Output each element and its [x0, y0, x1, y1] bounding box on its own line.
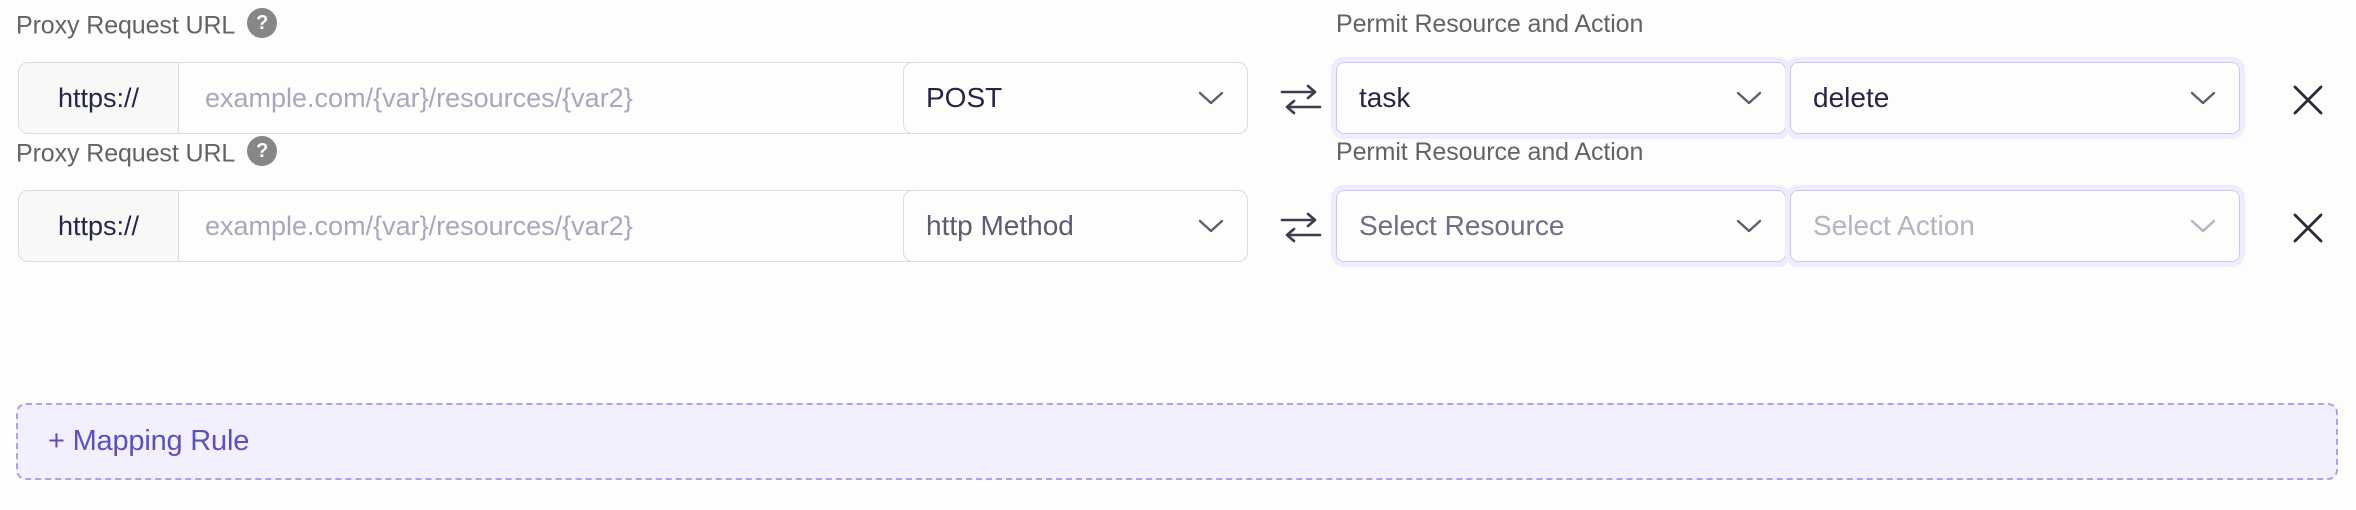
chevron-down-icon	[2190, 91, 2216, 105]
proxy-request-url-label: Proxy Request URL?	[16, 8, 278, 42]
proxy-request-url-label: Proxy Request URL?	[16, 136, 278, 170]
help-icon[interactable]: ?	[247, 136, 278, 166]
http-method-select[interactable]: http Method	[903, 190, 1248, 262]
http-method-value: http Method	[926, 210, 1074, 241]
mapping-rule-row: Proxy Request URL? Permit Resource and A…	[0, 0, 2356, 139]
resource-value: Select Resource	[1359, 210, 1565, 241]
remove-rule-button[interactable]	[2286, 206, 2330, 250]
action-select[interactable]: Select Action	[1785, 185, 2245, 267]
add-mapping-rule-label: + Mapping Rule	[48, 425, 250, 457]
close-icon	[2293, 85, 2323, 115]
chevron-down-icon	[1736, 91, 1762, 105]
permit-resource-action-label: Permit Resource and Action	[1336, 138, 1644, 166]
close-icon	[2293, 213, 2323, 243]
resource-select[interactable]: Select Resource	[1331, 185, 1791, 267]
chevron-down-icon	[1198, 219, 1224, 233]
action-value: delete	[1813, 82, 1890, 113]
resource-select[interactable]: task	[1331, 57, 1791, 139]
remove-rule-button[interactable]	[2286, 78, 2330, 122]
help-icon[interactable]: ?	[247, 8, 278, 38]
permit-group: Select Resource Select Action	[1331, 185, 2245, 267]
url-scheme-prefix: https://	[19, 191, 179, 261]
permit-group: task delete	[1331, 57, 2245, 139]
mapping-rule-row: Proxy Request URL? Permit Resource and A…	[0, 128, 2356, 267]
http-method-select[interactable]: POST	[903, 62, 1248, 134]
resource-value: task	[1359, 82, 1411, 113]
url-scheme-prefix: https://	[19, 63, 179, 133]
chevron-down-icon	[1736, 219, 1762, 233]
action-select[interactable]: delete	[1785, 57, 2245, 139]
permit-resource-action-label: Permit Resource and Action	[1336, 10, 1644, 38]
proxy-request-url-label-text: Proxy Request URL	[16, 11, 236, 40]
chevron-down-icon	[1198, 91, 1224, 105]
chevron-down-icon	[2190, 219, 2216, 233]
swap-arrows-icon	[1280, 212, 1322, 243]
add-mapping-rule-button[interactable]: + Mapping Rule	[16, 403, 2338, 480]
http-method-value: POST	[926, 82, 1003, 113]
mapping-rules-panel: Proxy Request URL? Permit Resource and A…	[0, 0, 2356, 510]
proxy-request-url-label-text: Proxy Request URL	[16, 139, 236, 168]
action-value: Select Action	[1813, 210, 1975, 241]
swap-arrows-icon	[1280, 84, 1322, 115]
